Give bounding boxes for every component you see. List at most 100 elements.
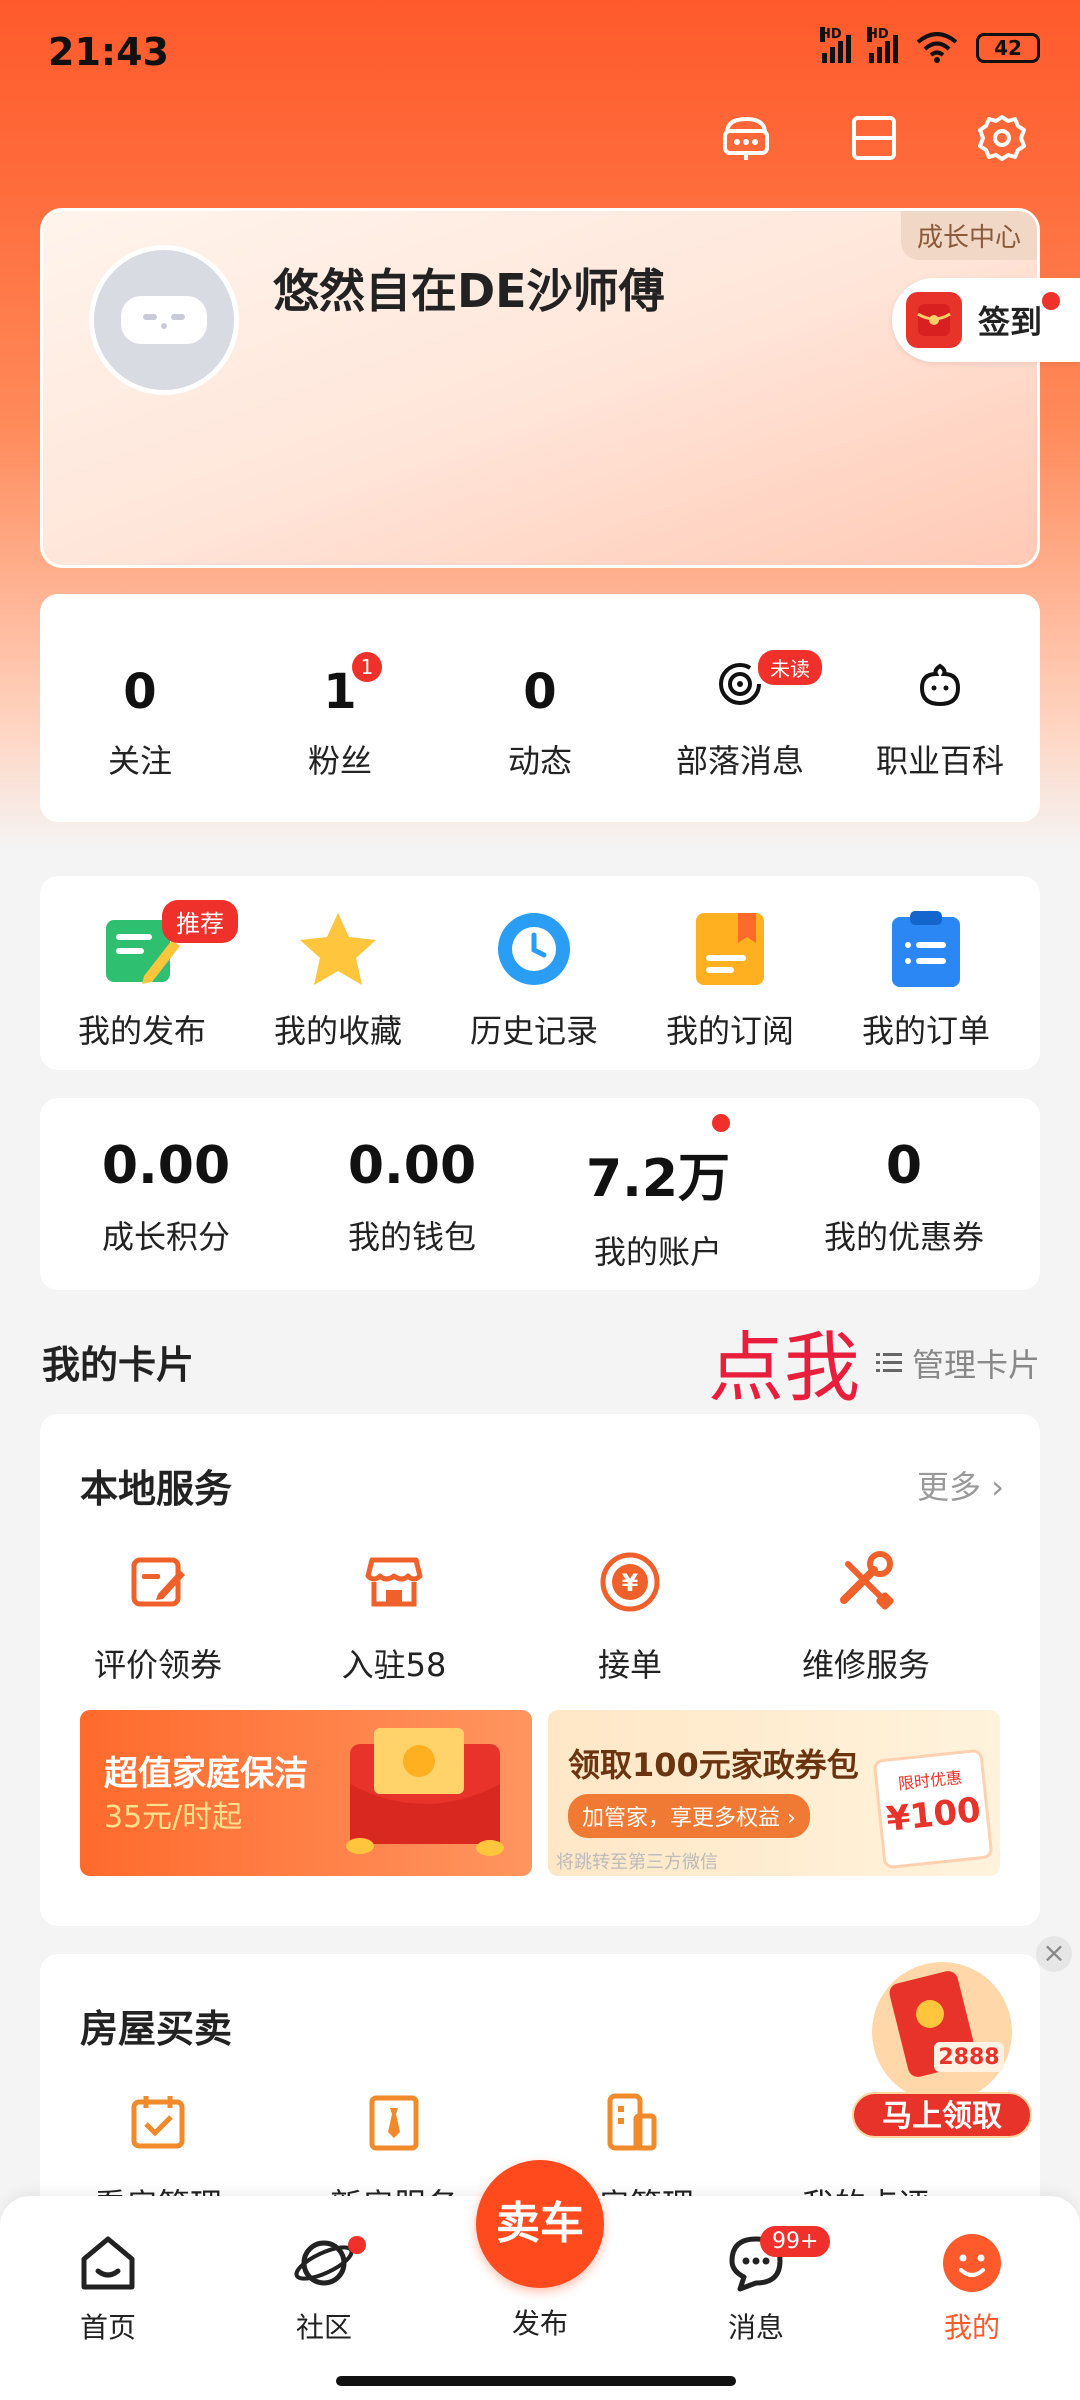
asset-label: 我的优惠券 xyxy=(823,1218,984,1256)
claim-now-button[interactable]: 马上领取 xyxy=(852,2092,1032,2138)
count-badge: 1 xyxy=(352,652,382,682)
tab-home[interactable]: 首页 xyxy=(28,2230,188,2346)
service-take-orders[interactable]: ¥ 接单 xyxy=(512,1546,748,1686)
header-actions xyxy=(718,110,1030,166)
menu-label: 我的发布 xyxy=(77,1012,206,1050)
service-review-coupon[interactable]: 评价领券 xyxy=(40,1546,276,1686)
unread-badge: 未读 xyxy=(758,650,822,685)
asset-label: 成长积分 xyxy=(101,1218,230,1256)
clipboard-list-icon xyxy=(828,906,1024,992)
service-label: 入驻58 xyxy=(341,1646,447,1684)
planet-icon xyxy=(244,2230,404,2296)
status-bar: 21:43 HD HD 42 xyxy=(0,0,1080,110)
asset-growth-points[interactable]: 0.00 成长积分 xyxy=(44,1136,288,1258)
red-packet-illustration: 2888 xyxy=(872,1962,1012,2102)
notification-dot xyxy=(1042,292,1060,310)
wrench-screwdriver-icon xyxy=(748,1546,984,1618)
status-icons: HD HD 42 xyxy=(820,27,1040,64)
signin-button[interactable]: 签到 xyxy=(892,278,1080,362)
coupon-illustration: 限时优惠 ¥100 xyxy=(872,1748,994,1870)
unread-count-badge: 99+ xyxy=(760,2226,831,2257)
settings-gear-icon[interactable] xyxy=(974,110,1030,166)
asset-value: 7.2万 xyxy=(585,1149,731,1209)
status-time: 21:43 xyxy=(48,30,169,74)
scan-icon[interactable] xyxy=(846,110,902,166)
tab-label: 社区 xyxy=(295,2311,352,2344)
handwritten-annotation: 点我 xyxy=(708,1323,860,1412)
tab-label: 首页 xyxy=(79,2311,136,2344)
signal-icon: HD xyxy=(820,27,851,63)
service-join-58[interactable]: 入驻58 xyxy=(276,1546,512,1686)
username: 悠然自在DE沙师傅 xyxy=(273,264,665,318)
menu-history[interactable]: 历史记录 xyxy=(436,906,632,1052)
tie-document-icon xyxy=(276,2086,512,2158)
signal-icon: HD xyxy=(867,27,898,63)
menu-label: 历史记录 xyxy=(469,1012,598,1050)
close-icon[interactable]: × xyxy=(1036,1936,1072,1972)
social-stats-card: 0 关注 1 1 粉丝 0 动态 未读 部落消息 职业百科 xyxy=(40,594,1040,822)
career-wiki-icon xyxy=(840,660,1040,708)
tab-messages[interactable]: 99+ 消息 xyxy=(676,2226,836,2346)
tab-me[interactable]: 我的 xyxy=(892,2230,1052,2346)
avatar[interactable] xyxy=(89,245,239,395)
banner-housekeeping-coupon[interactable]: 领取100元家政券包 加管家，享更多权益 › 限时优惠 ¥100 将跳转至第三方… xyxy=(548,1710,1000,1876)
svg-text:2888: 2888 xyxy=(938,2045,999,2070)
manage-cards-label: 管理卡片 xyxy=(911,1346,1040,1384)
smiley-face-icon xyxy=(892,2230,1052,2296)
menu-favorites[interactable]: 我的收藏 xyxy=(240,906,436,1052)
clock-icon xyxy=(436,906,632,992)
stat-value: 1 xyxy=(323,664,357,720)
growth-center-tag[interactable]: 成长中心 xyxy=(900,211,1037,260)
phone-house-icon xyxy=(512,2086,748,2158)
card-title: 本地服务 xyxy=(80,1467,233,1511)
card-title: 房屋买卖 xyxy=(80,2007,233,2051)
menu-my-posts[interactable]: 推荐 我的发布 xyxy=(44,900,240,1052)
banner-title: 超值家庭保洁 xyxy=(104,1754,308,1794)
asset-coupons[interactable]: 0 我的优惠券 xyxy=(782,1136,1026,1258)
storefront-icon xyxy=(276,1546,512,1618)
banner-cta-button[interactable]: 加管家，享更多权益 › xyxy=(568,1794,810,1838)
tab-label: 发布 xyxy=(511,2307,568,2340)
asset-account[interactable]: 7.2万 我的账户 xyxy=(536,1114,780,1273)
more-link[interactable]: 更多 › xyxy=(917,1462,1004,1508)
manage-cards-button[interactable]: 管理卡片 xyxy=(875,1340,1040,1386)
red-envelope-icon xyxy=(906,292,962,348)
quick-menu-card: 推荐 我的发布 我的收藏 历史记录 我的订阅 我的订单 xyxy=(40,876,1040,1070)
customer-service-icon[interactable] xyxy=(718,110,774,166)
home-indicator[interactable] xyxy=(336,2376,736,2386)
asset-wallet[interactable]: 0.00 我的钱包 xyxy=(290,1136,534,1258)
banner-subtitle: 35元/时起 xyxy=(104,1800,243,1835)
profile-card[interactable]: 悠然自在DE沙师傅 成长中心 xyxy=(40,208,1040,568)
menu-orders[interactable]: 我的订单 xyxy=(828,906,1024,1052)
banner-home-cleaning[interactable]: 超值家庭保洁 35元/时起 xyxy=(80,1710,532,1876)
asset-label: 我的钱包 xyxy=(347,1218,476,1256)
wifi-icon xyxy=(916,32,958,63)
battery-indicator: 42 xyxy=(976,33,1040,63)
stat-label: 动态 xyxy=(507,742,572,780)
signin-label: 签到 xyxy=(978,303,1043,341)
calendar-check-icon xyxy=(40,2086,276,2158)
stat-label: 关注 xyxy=(107,742,172,780)
bookmark-book-icon xyxy=(632,906,828,992)
menu-label: 我的订单 xyxy=(861,1012,990,1050)
menu-subscriptions[interactable]: 我的订阅 xyxy=(632,906,828,1052)
chevron-right-icon: › xyxy=(991,1468,1004,1506)
stat-label: 粉丝 xyxy=(307,742,372,780)
publish-sell-car-button[interactable]: 卖车 xyxy=(476,2160,604,2288)
tab-label: 消息 xyxy=(727,2311,784,2344)
svg-text:¥: ¥ xyxy=(622,1569,639,1597)
tab-community[interactable]: 社区 xyxy=(244,2230,404,2346)
menu-label: 我的收藏 xyxy=(273,1012,402,1050)
floating-red-packet-promo[interactable]: 2888 马上领取 xyxy=(852,1962,1032,2142)
assets-card: 0.00 成长积分 0.00 我的钱包 7.2万 我的账户 0 我的优惠券 xyxy=(40,1098,1040,1290)
list-icon xyxy=(875,1353,902,1372)
service-repair[interactable]: 维修服务 xyxy=(748,1546,984,1686)
asset-value: 0.00 xyxy=(101,1136,231,1196)
home-icon xyxy=(28,2230,188,2296)
tab-label: 我的 xyxy=(943,2311,1000,2344)
asset-label: 我的账户 xyxy=(593,1233,722,1271)
edit-note-icon xyxy=(40,1546,276,1618)
stat-label: 部落消息 xyxy=(675,742,804,780)
yuan-coin-icon: ¥ xyxy=(512,1546,748,1618)
service-label: 接单 xyxy=(597,1646,662,1684)
